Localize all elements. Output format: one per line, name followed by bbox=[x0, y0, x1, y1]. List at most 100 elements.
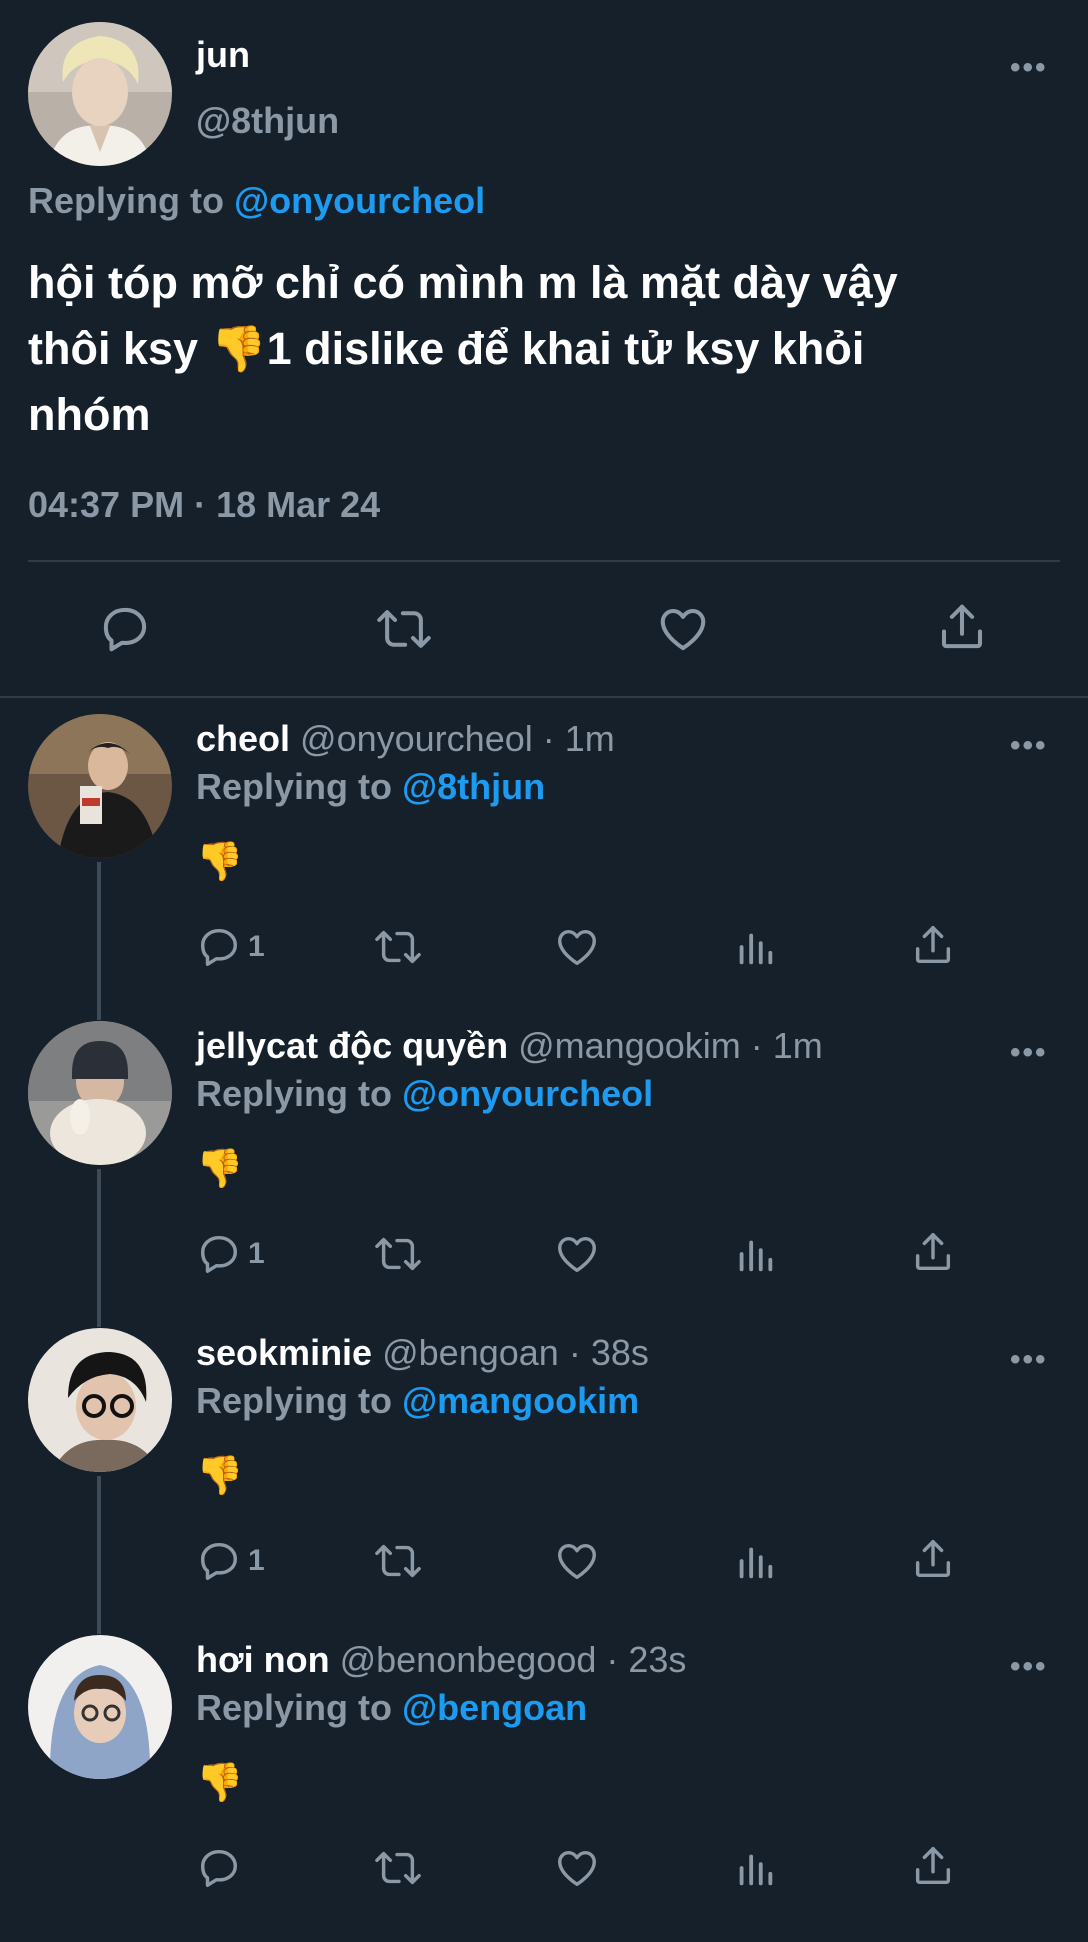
reply-header: cheol @onyourcheol · 1m bbox=[196, 718, 615, 760]
reply-tweet[interactable]: seokminie @bengoan · 38s ••• Replying to… bbox=[0, 1328, 1088, 1635]
author-name[interactable]: jun bbox=[196, 34, 250, 76]
reply-avatar[interactable] bbox=[28, 1328, 172, 1472]
share-icon bbox=[915, 1233, 951, 1271]
reply-author-handle[interactable]: @benonbegood bbox=[340, 1639, 597, 1680]
views-button[interactable] bbox=[732, 1231, 778, 1277]
reply-time[interactable]: 38s bbox=[591, 1332, 649, 1373]
reply-author-handle[interactable]: @onyourcheol bbox=[300, 718, 533, 759]
tweet-text-line: thôi ksy 👎1 dislike để khai tử ksy khỏi bbox=[28, 323, 865, 374]
retweet-icon bbox=[377, 610, 431, 648]
retweet-button[interactable] bbox=[374, 602, 434, 656]
comment-icon bbox=[200, 1235, 238, 1273]
retweet-icon bbox=[375, 930, 421, 964]
reply-count: 1 bbox=[248, 930, 265, 963]
views-button[interactable] bbox=[732, 1538, 778, 1584]
reply-tweet[interactable]: cheol @onyourcheol · 1m ••• Replying to … bbox=[0, 714, 1088, 1021]
views-button[interactable] bbox=[732, 924, 778, 970]
tweet-text: hội tóp mỡ chỉ có mình m là mặt dày vậy … bbox=[28, 250, 1078, 448]
replying-to: Replying to @8thjun bbox=[196, 766, 545, 808]
like-button[interactable] bbox=[554, 924, 600, 970]
share-icon bbox=[915, 1847, 951, 1885]
like-icon bbox=[558, 1543, 596, 1580]
replying-to-link[interactable]: @onyourcheol bbox=[234, 180, 485, 221]
retweet-icon bbox=[375, 1237, 421, 1271]
reply-time[interactable]: 1m bbox=[565, 718, 615, 759]
reply-time[interactable]: 1m bbox=[773, 1025, 823, 1066]
retweet-button[interactable] bbox=[372, 1538, 424, 1584]
more-options-icon[interactable]: ••• bbox=[1010, 731, 1048, 761]
reply-tweet[interactable]: jellycat độc quyền @mangookim · 1m ••• R… bbox=[0, 1021, 1088, 1328]
reply-button[interactable]: 1 bbox=[196, 1231, 265, 1277]
reply-count: 1 bbox=[248, 1237, 265, 1270]
author-handle[interactable]: @8thjun bbox=[196, 100, 339, 142]
reply-text: 👎 bbox=[196, 841, 244, 883]
meta-dot: · bbox=[558, 1332, 591, 1373]
replying-prefix: Replying to bbox=[28, 180, 224, 221]
reply-button[interactable] bbox=[98, 602, 152, 656]
divider bbox=[28, 560, 1060, 562]
reply-header: seokminie @bengoan · 38s bbox=[196, 1332, 649, 1374]
more-options-icon[interactable]: ••• bbox=[1010, 53, 1048, 83]
retweet-button[interactable] bbox=[372, 1845, 424, 1891]
reply-button[interactable] bbox=[196, 1845, 248, 1891]
reply-avatar[interactable] bbox=[28, 714, 172, 858]
views-icon bbox=[739, 1240, 773, 1272]
share-icon bbox=[915, 1540, 951, 1578]
reply-avatar[interactable] bbox=[28, 1635, 172, 1779]
replying-to: Replying to @onyourcheol bbox=[196, 1073, 653, 1115]
retweet-icon bbox=[375, 1851, 421, 1885]
more-options-icon[interactable]: ••• bbox=[1010, 1652, 1048, 1682]
reply-author-name[interactable]: jellycat độc quyền bbox=[196, 1025, 508, 1066]
retweet-icon bbox=[375, 1544, 421, 1578]
share-button[interactable] bbox=[935, 600, 989, 654]
tweet-timestamp[interactable]: 04:37 PM · 18 Mar 24 bbox=[28, 484, 380, 526]
share-button[interactable] bbox=[910, 1843, 956, 1889]
share-icon bbox=[941, 604, 983, 649]
more-options-icon[interactable]: ••• bbox=[1010, 1038, 1048, 1068]
like-button[interactable] bbox=[554, 1845, 600, 1891]
reply-author-handle[interactable]: @bengoan bbox=[382, 1332, 559, 1373]
meta-dot: · bbox=[532, 718, 565, 759]
reply-time[interactable]: 23s bbox=[628, 1639, 686, 1680]
author-avatar[interactable] bbox=[28, 22, 172, 166]
comment-icon bbox=[200, 1849, 238, 1887]
share-button[interactable] bbox=[910, 1229, 956, 1275]
replying-to-link[interactable]: @onyourcheol bbox=[402, 1073, 653, 1114]
meta-dot: · bbox=[740, 1025, 773, 1066]
reply-author-name[interactable]: cheol bbox=[196, 718, 290, 759]
replying-to: Replying to @bengoan bbox=[196, 1687, 587, 1729]
share-button[interactable] bbox=[910, 1536, 956, 1582]
tweet-text-line: nhóm bbox=[28, 389, 151, 440]
share-icon bbox=[915, 926, 951, 964]
reply-button[interactable]: 1 bbox=[196, 924, 265, 970]
reply-button[interactable]: 1 bbox=[196, 1538, 265, 1584]
replying-to-link[interactable]: @bengoan bbox=[402, 1687, 587, 1728]
retweet-button[interactable] bbox=[372, 924, 424, 970]
views-icon bbox=[739, 933, 773, 965]
like-button[interactable] bbox=[656, 602, 710, 656]
comment-icon bbox=[200, 928, 238, 966]
like-icon bbox=[558, 929, 596, 966]
reply-avatar[interactable] bbox=[28, 1021, 172, 1165]
replying-to-link[interactable]: @mangookim bbox=[402, 1380, 639, 1421]
replying-to: Replying to @onyourcheol bbox=[28, 180, 485, 222]
comment-icon bbox=[103, 607, 147, 652]
retweet-button[interactable] bbox=[372, 1231, 424, 1277]
reply-text: 👎 bbox=[196, 1148, 244, 1190]
like-icon bbox=[558, 1236, 596, 1273]
share-button[interactable] bbox=[910, 922, 956, 968]
reply-author-name[interactable]: hơi non bbox=[196, 1639, 330, 1680]
reply-author-handle[interactable]: @mangookim bbox=[518, 1025, 741, 1066]
reply-author-name[interactable]: seokminie bbox=[196, 1332, 372, 1373]
main-tweet: jun @8thjun ••• Replying to @onyourcheol… bbox=[0, 0, 1088, 700]
replying-prefix: Replying to bbox=[196, 1687, 392, 1728]
views-icon bbox=[739, 1547, 773, 1579]
tweet-text-line: hội tóp mỡ chỉ có mình m là mặt dày vậy bbox=[28, 257, 898, 308]
replying-to-link[interactable]: @8thjun bbox=[402, 766, 545, 807]
more-options-icon[interactable]: ••• bbox=[1010, 1345, 1048, 1375]
like-button[interactable] bbox=[554, 1231, 600, 1277]
replying-prefix: Replying to bbox=[196, 1073, 392, 1114]
like-button[interactable] bbox=[554, 1538, 600, 1584]
views-button[interactable] bbox=[732, 1845, 778, 1891]
reply-tweet[interactable]: hơi non @benonbegood · 23s ••• Replying … bbox=[0, 1635, 1088, 1942]
